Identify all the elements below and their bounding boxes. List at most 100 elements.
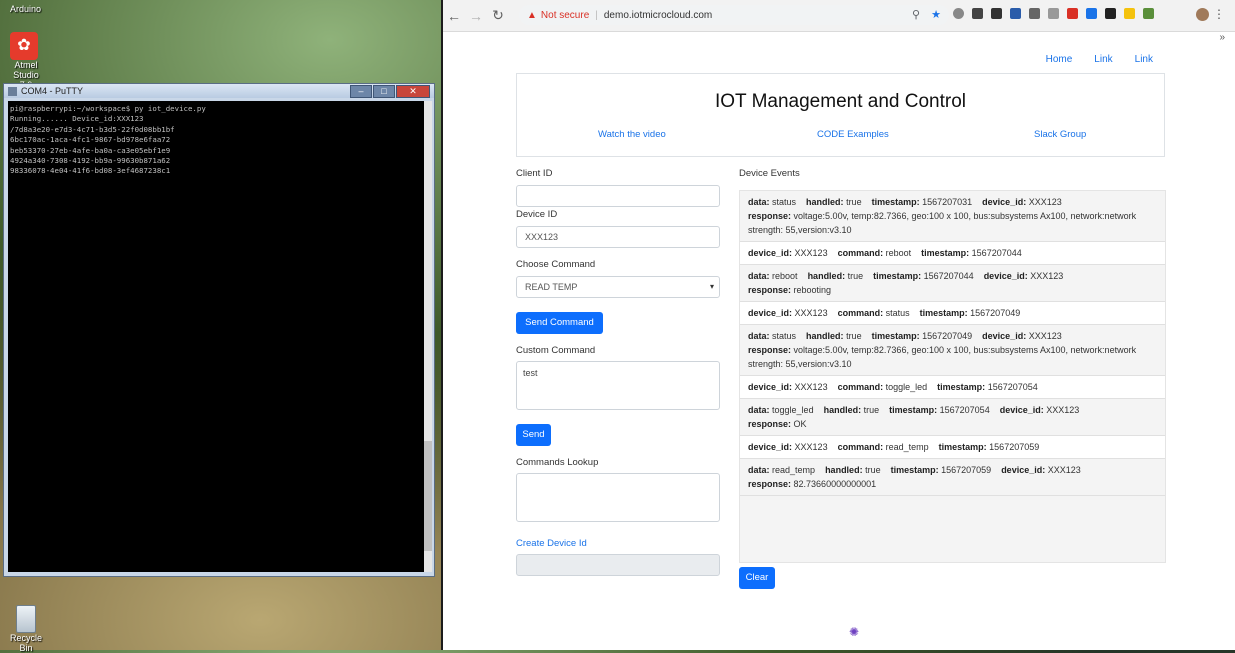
commands-lookup-textarea[interactable] [516,473,720,522]
event-value: read_temp [772,465,816,475]
event-value: toggle_led [772,405,814,415]
extension-icon[interactable] [1048,8,1059,19]
event-value: XXX123 [1046,405,1080,415]
event-value: true [863,405,880,415]
desktop-icon-arduino[interactable]: Arduino [10,4,41,14]
terminal-line: /7d8a3e20-e7d3-4c71-b3d5-22f0d08bb1bf [10,124,175,134]
event-key: command: [837,248,884,258]
event-key: device_id: [983,271,1028,281]
custom-command-textarea[interactable]: test [516,361,720,410]
zoom-icon[interactable]: ⚲ [912,9,920,21]
desktop-icon-recycle-bin[interactable]: Recycle Bin [6,605,46,653]
chevron-right-icon[interactable]: » [1219,32,1225,43]
event-value: OK [793,419,807,429]
event-value: voltage:5.00v, temp:82.7366, geo:100 x 1… [748,345,1137,369]
event-key: timestamp: [871,331,920,341]
event-key: timestamp: [919,308,968,318]
client-id-input[interactable] [516,185,720,207]
create-device-id-link[interactable]: Create Device Id [516,538,587,549]
extensions-bar [953,8,1154,19]
address-bar[interactable]: ▲ Not secure | demo.iotmicrocloud.com ⚲ … [519,5,949,25]
event-value: read_temp [885,442,929,452]
extension-icon[interactable] [1086,8,1097,19]
putty-titlebar[interactable]: COM4 - PuTTY – □ ✕ [4,84,434,98]
terminal-line: Running...... Device_id:XXX123 [10,114,144,124]
extension-icon[interactable] [1010,8,1021,19]
browser-window: ← → ↻ ▲ Not secure | demo.iotmicrocloud.… [441,0,1235,650]
slack-group-link[interactable]: Slack Group [1034,129,1086,140]
terminal-scrollbar[interactable] [424,101,432,572]
minimize-button[interactable]: – [350,85,372,98]
event-row: device_id: XXX123 command: toggle_led time… [740,376,1165,399]
maximize-button[interactable]: □ [373,85,395,98]
event-key: device_id: [748,248,793,258]
event-value: voltage:5.00v, temp:82.7366, geo:100 x 1… [748,211,1137,235]
desktop-icon-label: Recycle Bin [9,633,42,653]
event-value: true [846,197,862,207]
extension-icon[interactable] [1029,8,1040,19]
nav-link[interactable]: Link [1094,54,1112,65]
event-key: device_id: [982,197,1027,207]
event-value: XXX123 [1047,465,1081,475]
url-text: demo.iotmicrocloud.com [603,9,713,21]
event-key: handled: [806,331,844,341]
extension-icon[interactable] [1105,8,1116,19]
desktop-icon-atmel[interactable]: ✿ Atmel Studio 7.0 [6,32,42,90]
terminal-line: 98336078-4e04-41f6-bd08-3ef4687238c1 [10,166,171,176]
putty-icon [8,86,17,96]
putty-window: COM4 - PuTTY – □ ✕ pi@raspberrypi:~/work… [3,83,435,577]
event-key: response: [748,345,792,355]
atmel-logo-icon: ✿ [10,32,38,60]
device-id-label: Device ID [516,209,558,220]
commands-lookup-label: Commands Lookup [516,457,599,468]
event-value: 82.73660000000001 [793,479,877,489]
event-value: 1567207054 [987,382,1038,392]
event-value: 1567207059 [989,442,1040,452]
extension-icon[interactable] [953,8,964,19]
event-key: timestamp: [873,271,922,281]
code-examples-link[interactable]: CODE Examples [817,129,889,140]
bookmark-star-icon[interactable]: ★ [931,9,941,21]
watch-video-link[interactable]: Watch the video [598,129,666,140]
event-value: 1567207049 [970,308,1021,318]
extension-icon[interactable] [972,8,983,19]
event-key: handled: [823,405,862,415]
command-select-value: READ TEMP [525,282,578,292]
terminal-output[interactable]: pi@raspberrypi:~/workspace$ py iot_devic… [8,101,424,572]
nav-link[interactable]: Link [1135,54,1153,65]
header-panel: IOT Management and Control Watch the vid… [516,73,1165,157]
bug-logo-icon: ✺ [849,625,860,639]
device-id-input[interactable]: XXX123 [516,226,720,248]
clear-button[interactable]: Clear [739,567,775,589]
event-value: 1567207059 [941,465,992,475]
profile-avatar[interactable] [1196,8,1209,21]
event-key: handled: [807,271,846,281]
event-key: data: [748,331,770,341]
event-key: data: [748,465,770,475]
event-key: timestamp: [938,442,987,452]
back-arrow-icon[interactable]: ← [443,8,465,24]
extension-icon[interactable] [1143,8,1154,19]
menu-icon[interactable]: ⋮ [1213,7,1225,21]
event-key: handled: [825,465,863,475]
event-key: timestamp: [890,465,939,475]
send-button[interactable]: Send [516,424,551,446]
terminal-line: beb53370-27eb-4afe-ba0a-ca3e05ebf1e9 [10,145,171,155]
desktop-icon-label: Arduino [10,4,42,14]
close-button[interactable]: ✕ [396,85,430,98]
reload-icon[interactable]: ↻ [487,7,509,24]
event-row: data: status handled: true timestamp: 1567… [740,325,1165,376]
events-list[interactable]: data: status handled: true timestamp: 1567… [739,190,1166,563]
device-id-output [516,554,720,576]
nav-link-home[interactable]: Home [1046,54,1073,65]
command-select[interactable]: READ TEMP [516,276,720,298]
extension-icon[interactable] [991,8,1002,19]
extension-icon[interactable] [1124,8,1135,19]
device-events-title: Device Events [739,168,800,179]
event-value: 1567207054 [939,405,990,415]
send-command-button[interactable]: Send Command [516,312,603,334]
page-title: IOT Management and Control [714,91,966,112]
forward-arrow-icon[interactable]: → [465,8,487,24]
gmail-icon[interactable] [1067,8,1078,19]
event-value: toggle_led [885,382,928,392]
